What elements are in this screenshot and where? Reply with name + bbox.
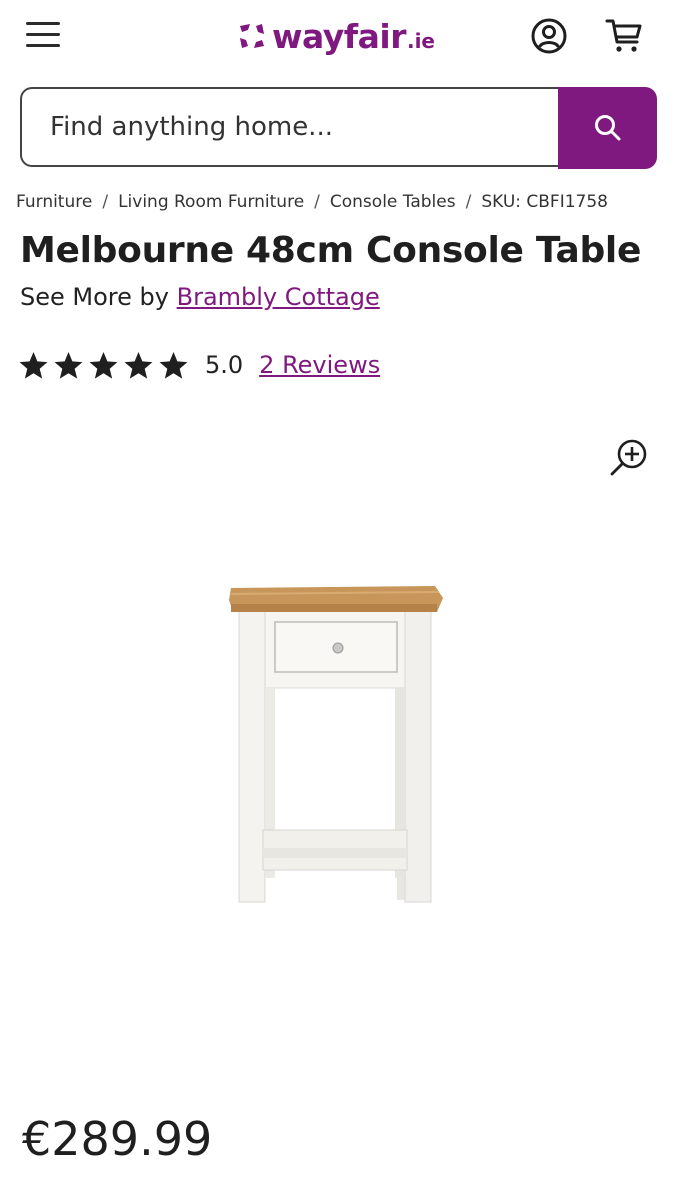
rating-value: 5.0 <box>205 351 244 379</box>
see-more-label: See More by <box>20 283 169 311</box>
star-icon <box>89 351 118 379</box>
product-image[interactable] <box>225 580 450 910</box>
star-icon <box>159 351 188 379</box>
search-button[interactable] <box>558 87 657 169</box>
breadcrumb-sku: SKU: CBFI1758 <box>481 192 608 212</box>
star-rating <box>18 350 193 381</box>
logo-wordmark: wayfair <box>272 16 406 56</box>
wayfair-logo[interactable]: wayfair .ie <box>236 14 435 58</box>
star-icon <box>54 351 83 379</box>
star-icon <box>124 351 153 379</box>
breadcrumb-separator: / <box>465 192 472 212</box>
see-more-by-brand: See More by Brambly Cottage <box>20 283 380 311</box>
zoom-in-icon[interactable] <box>608 436 650 478</box>
search-bar <box>20 87 657 169</box>
breadcrumb-link-furniture[interactable]: Furniture <box>16 192 92 212</box>
reviews-link[interactable]: 2 Reviews <box>259 351 380 379</box>
search-input[interactable] <box>22 89 558 165</box>
breadcrumb-link-living-room-furniture[interactable]: Living Room Furniture <box>118 192 304 212</box>
star-icon <box>19 351 48 379</box>
search-icon <box>594 115 620 141</box>
breadcrumb-link-console-tables[interactable]: Console Tables <box>330 192 456 212</box>
wayfair-pinwheel-icon <box>240 24 264 48</box>
product-rating: 5.0 2 Reviews <box>18 347 380 383</box>
brand-link[interactable]: Brambly Cottage <box>177 283 380 311</box>
product-price: €289.99 <box>22 1112 213 1166</box>
top-navigation-bar: wayfair .ie <box>0 0 675 80</box>
product-title: Melbourne 48cm Console Table <box>20 230 642 271</box>
logo-tld: .ie <box>406 29 435 53</box>
cart-icon[interactable] <box>604 16 644 56</box>
hamburger-menu-icon[interactable] <box>26 22 60 50</box>
account-icon[interactable] <box>530 17 568 55</box>
search-field-wrapper <box>20 87 558 167</box>
breadcrumb: Furniture / Living Room Furniture / Console … <box>16 192 608 212</box>
breadcrumb-separator: / <box>314 192 320 212</box>
breadcrumb-separator: / <box>102 192 109 212</box>
